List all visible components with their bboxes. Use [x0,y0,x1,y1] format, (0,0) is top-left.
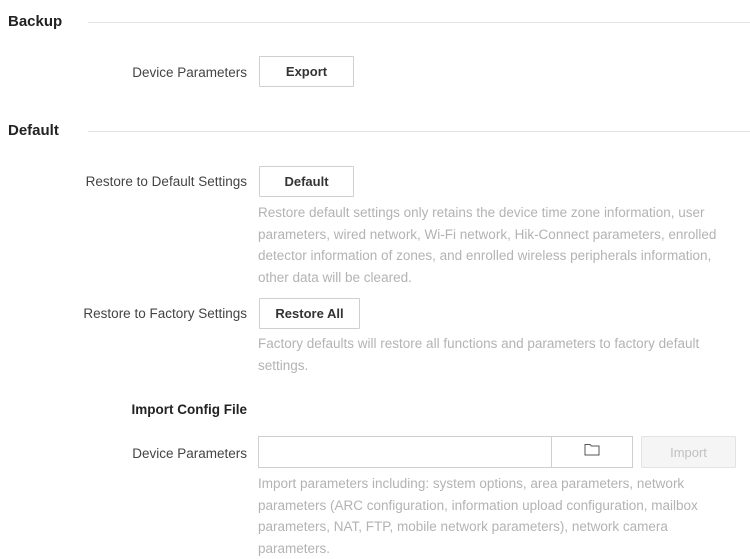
restore-all-button[interactable]: Restore All [259,298,360,329]
default-divider [88,131,750,132]
browse-file-button[interactable] [551,436,633,468]
folder-icon [584,443,600,461]
restore-factory-label: Restore to Factory Settings [83,306,247,321]
config-file-input[interactable] [258,436,552,468]
import-config-title: Import Config File [131,402,248,417]
import-device-parameters-label: Device Parameters [132,446,247,461]
import-button[interactable]: Import [641,436,736,468]
backup-device-parameters-label: Device Parameters [132,65,247,80]
default-button[interactable]: Default [259,166,354,197]
export-button[interactable]: Export [259,56,354,87]
backup-divider [88,22,750,23]
restore-default-label: Restore to Default Settings [85,174,247,189]
import-hint: Import parameters including: system opti… [258,476,698,556]
restore-factory-hint: Factory defaults will restore all functi… [258,336,700,373]
default-section-title: Default [8,122,59,139]
backup-section-title: Backup [8,13,63,30]
restore-default-hint: Restore default settings only retains th… [258,205,717,285]
